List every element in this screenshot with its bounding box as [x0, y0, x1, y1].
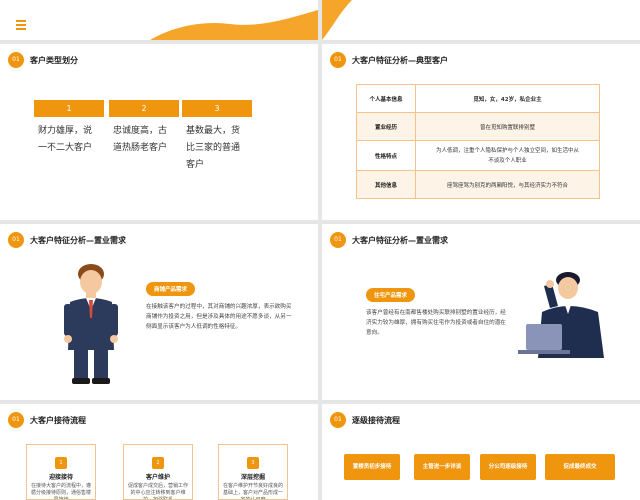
process-step-2: 2 客户维护 促成客户成交后，营销工作的中心应注转移到客户维护，加强联系 [123, 444, 193, 500]
step-button-2[interactable]: 主管进一步详谈 [414, 454, 470, 480]
card-text: 忠诚度高，古道热肠老客户 [113, 126, 168, 153]
slide-title: 客户类型划分 [30, 55, 78, 65]
table-key: 置业经历 [356, 112, 416, 141]
wave-decoration [150, 10, 318, 40]
step-title: 客户维护 [145, 474, 170, 481]
need-description: 该客户曾经有在南都售楼处购买联排别墅的置业经历，经济实力较为雄厚，拥有购买住宅作… [366, 310, 506, 336]
type-card-3: 3 基数最大，货比三家的普通客户 [182, 100, 252, 174]
table-key: 性格特点 [356, 140, 416, 171]
step-title: 迎接接待 [48, 474, 73, 481]
card-number: 1 [34, 100, 104, 117]
step-number: 1 [55, 457, 67, 469]
table-key: 个人基本信息 [356, 84, 416, 113]
table-value: 觅知，女，42岁，私企业主 [415, 84, 600, 113]
slide-badge: 01 [8, 52, 24, 68]
businessman-at-laptop-illustration [518, 272, 604, 358]
process-step-1: 1 迎接接待 在接待大客户的流程中，遵循分级接待原则，通俗售楼员接待 [26, 444, 96, 500]
wave-decoration [322, 0, 352, 40]
slide-title: 大客户特征分析—置业需求 [352, 235, 448, 245]
step-button-3[interactable]: 分公司逐级接待 [480, 454, 536, 480]
step-button-4[interactable]: 促成最终成交 [545, 454, 615, 480]
card-text: 财力雄厚，说一不二大客户 [38, 126, 93, 153]
slide-title: 逐级接待流程 [352, 415, 400, 425]
table-value: 座驾座驾为别克的两厢阳悦，与其经济实力不符合 [415, 170, 600, 199]
slide-badge: 01 [330, 232, 346, 248]
slide-shop-needs: 01 大客户特征分析—置业需求 商铺产品需求 在接触该客户的过程中，其对商铺的兴趣… [0, 224, 318, 400]
slide-badge: 01 [8, 412, 24, 428]
table-value: 为人低调，注重个人隐私保护与个人独立空间，如生活中从不谈及个人职业 [415, 140, 600, 171]
step-number: 2 [152, 457, 164, 469]
type-card-2: 2 忠诚度高，古道热肠老客户 [109, 100, 179, 157]
slide-badge: 01 [330, 52, 346, 68]
table-key: 其他信息 [356, 170, 416, 199]
step-button-1[interactable]: 置楼员初步接待 [344, 454, 400, 480]
step-number: 3 [247, 457, 259, 469]
slide-typical-customer: 01 大客户特征分析—典型客户 个人基本信息 觅知，女，42岁，私企业主 置业经历曾… [322, 44, 640, 220]
need-tag: 商铺产品需求 [146, 282, 196, 296]
slide-badge: 01 [330, 412, 346, 428]
slide-title: 大客户特征分析—置业需求 [30, 235, 126, 245]
slide-tiered-reception: 01 逐级接待流程 [322, 404, 640, 500]
slide-title: 大客户接待流程 [30, 415, 86, 425]
card-number: 3 [182, 100, 252, 117]
need-description: 在接触该客户的过程中，其对商铺的兴趣浓厚，表示欲购买商铺作为投资之用，但是涉及具… [146, 304, 292, 330]
slide-badge: 01 [8, 232, 24, 248]
step-title: 深层挖掘 [240, 474, 265, 481]
slide-home-needs: 01 大客户特征分析—置业需求 住宅产品需求 该客户曾经有在南都售楼处购买联排别墅… [322, 224, 640, 400]
process-step-3: 3 深层挖掘 在客户维护开节良好成良的基础上，客户对产品形成一定的认可度 [218, 444, 288, 500]
type-card-1: 1 财力雄厚，说一不二大客户 [34, 100, 104, 157]
step-description: 在接待大客户的流程中，遵循分级接待原则，通俗售楼员接待 [30, 483, 91, 500]
customer-info-table: 个人基本信息 觅知，女，42岁，私企业主 置业经历 曾在觅知购置联排别墅 性格特点为… [356, 84, 600, 199]
need-tag: 住宅产品需求 [366, 288, 416, 302]
card-number: 2 [109, 100, 179, 117]
card-text: 基数最大，货比三家的普通客户 [186, 126, 241, 170]
slide-title: 大客户特征分析—典型客户 [352, 55, 448, 65]
businessman-illustration [64, 264, 118, 384]
table-value: 曾在觅知购置联排别墅 [415, 112, 600, 141]
top-strip-left [0, 0, 318, 40]
step-description: 在客户维护开节良好成良的基础上，客户对产品形成一定的认可度 [222, 483, 283, 500]
step-description: 促成客户成交后，营销工作的中心应注转移到客户维护，加强联系 [127, 483, 188, 500]
top-strip-right [322, 0, 640, 40]
